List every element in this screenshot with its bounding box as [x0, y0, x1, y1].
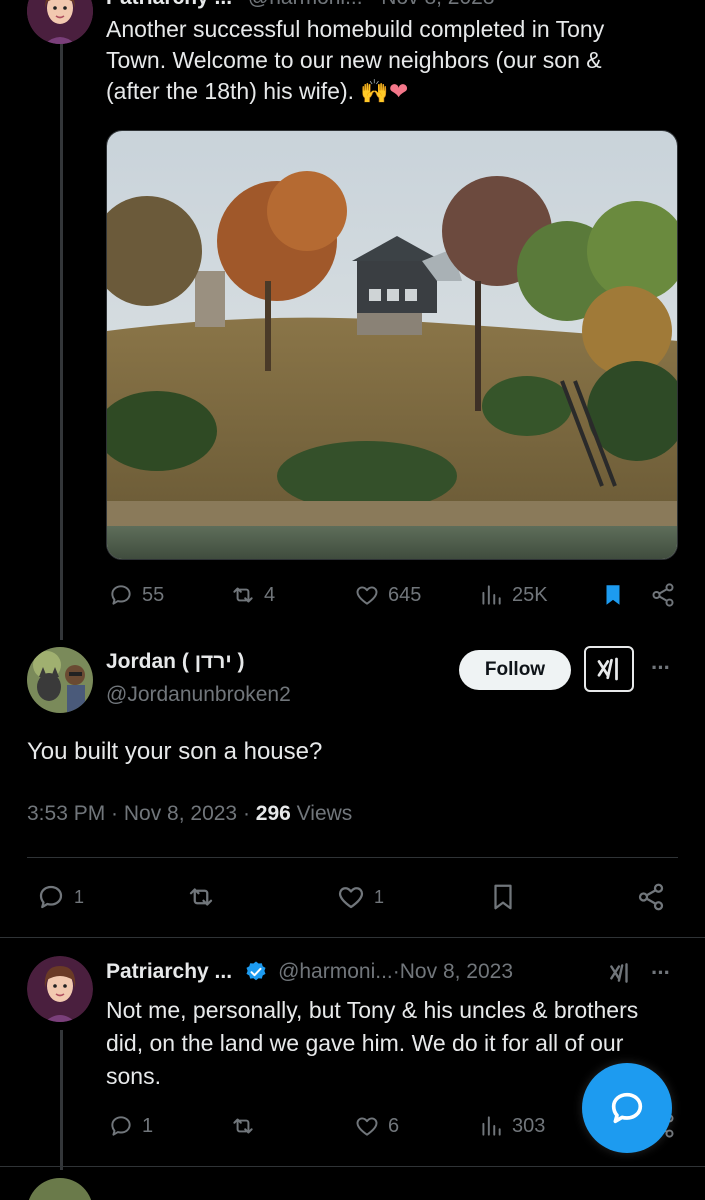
separator: ·: [392, 960, 400, 983]
views-count: 303: [512, 1114, 546, 1137]
author-name[interactable]: Jordan ( ירדן ): [106, 650, 245, 674]
grok-button[interactable]: [584, 646, 634, 692]
divider: [0, 1166, 705, 1167]
divider: [0, 937, 705, 938]
reply-bubble-icon: [611, 1092, 643, 1124]
reply-count: 1: [142, 1114, 154, 1137]
reply-header: Patriarchy ... @harmoni... · Nov 8, 2023: [106, 960, 513, 984]
share-icon: [638, 883, 664, 911]
grok-icon: [597, 657, 618, 681]
repost-icon: [189, 888, 213, 906]
repost-icon: [233, 1118, 253, 1134]
tweet-photo[interactable]: [106, 130, 678, 560]
verified-badge-icon: [246, 961, 266, 981]
tweet-text: Another successful homebuild completed i…: [106, 14, 676, 107]
avatar[interactable]: [27, 1178, 93, 1200]
avatar-photo: [27, 647, 93, 713]
repost-button[interactable]: [230, 1113, 256, 1139]
tweet-text-line: (after the 18th) his wife). 🙌❤: [106, 76, 676, 107]
author-handle[interactable]: @Jordanunbroken2: [106, 683, 291, 707]
like-button[interactable]: 6: [354, 1113, 399, 1139]
main-tweet-text: You built your son a house?: [27, 738, 323, 765]
repost-icon: [233, 587, 253, 603]
author-name[interactable]: Patriarchy ...: [106, 960, 232, 984]
reply-text-line: Not me, personally, but Tony & his uncle…: [106, 997, 639, 1023]
heart-icon: [338, 887, 364, 909]
compose-fab[interactable]: [582, 1063, 672, 1153]
house-landscape-image: [107, 131, 677, 559]
avatar[interactable]: [27, 956, 93, 1022]
heart-emoji: ❤: [389, 78, 409, 104]
views-icon: [482, 585, 501, 605]
share-button[interactable]: [650, 582, 676, 608]
views-icon: [482, 1116, 501, 1136]
repost-button[interactable]: [186, 882, 216, 912]
tweet-date[interactable]: Nov 8, 2023: [381, 0, 494, 9]
like-count: 1: [374, 886, 385, 907]
avatar[interactable]: [27, 0, 93, 44]
time-date[interactable]: 3:53 PM · Nov 8, 2023 ·: [27, 802, 256, 825]
views-button[interactable]: 25K: [478, 582, 548, 608]
author-name[interactable]: Patriarchy ...: [106, 0, 232, 9]
author-handle[interactable]: @harmoni...: [278, 960, 393, 984]
more-options-button[interactable]: ···: [651, 960, 671, 986]
tweet-timestamp: 3:53 PM · Nov 8, 2023 · 296 Views: [27, 802, 352, 826]
heart-icon: [356, 586, 378, 605]
like-button[interactable]: 645: [354, 582, 421, 608]
bookmark-icon: [494, 884, 512, 910]
more-options-button[interactable]: ···: [651, 655, 671, 681]
reply-icon: [111, 1116, 131, 1136]
bookmark-button[interactable]: [600, 582, 626, 608]
like-count: 6: [388, 1114, 400, 1137]
bookmark-button[interactable]: [488, 882, 518, 912]
grok-button[interactable]: [606, 960, 634, 991]
reply-icon: [39, 885, 63, 909]
divider: [27, 857, 678, 858]
tweet-text-line-end: (after the 18th) his wife). 🙌: [106, 78, 390, 104]
reply-button[interactable]: 55: [108, 582, 164, 608]
tweet-header-cut: Patriarchy ... @harmoni... · Nov 8, 2023: [106, 0, 495, 10]
follow-button[interactable]: Follow: [459, 650, 571, 690]
tweet-text-line: Another successful homebuild completed i…: [106, 16, 605, 42]
views-count: 25K: [512, 583, 548, 606]
grok-icon: [610, 963, 628, 983]
reply-icon: [111, 585, 131, 605]
thread-line: [60, 1030, 63, 1170]
heart-icon: [356, 1117, 378, 1136]
like-count: 645: [388, 583, 422, 606]
bookmark-filled-icon: [606, 585, 620, 605]
like-button[interactable]: 1: [336, 882, 384, 912]
reply-text-line: did, on the land we gave him. We do it f…: [106, 1030, 624, 1056]
author-handle[interactable]: @harmoni...: [248, 0, 363, 9]
thread-line: [60, 40, 63, 640]
views-count: 296: [255, 802, 291, 825]
follow-label: Follow: [484, 659, 546, 680]
avatar-illustration: [27, 956, 93, 1022]
reply-button[interactable]: 1: [108, 1113, 153, 1139]
tweet-text-line: Town. Welcome to our new neighbors (our …: [106, 47, 602, 73]
reply-count: 55: [142, 583, 165, 606]
views-button[interactable]: 303: [478, 1113, 545, 1139]
share-button[interactable]: [636, 882, 666, 912]
views-label: Views: [290, 802, 353, 825]
tweet-date[interactable]: Nov 8, 2023: [400, 960, 513, 984]
repost-count: 4: [264, 583, 276, 606]
share-icon: [652, 583, 674, 607]
reply-count: 1: [74, 886, 85, 907]
reply-button[interactable]: 1: [36, 882, 84, 912]
avatar-illustration: [27, 0, 93, 44]
avatar[interactable]: [27, 647, 93, 713]
repost-button[interactable]: 4: [230, 582, 275, 608]
